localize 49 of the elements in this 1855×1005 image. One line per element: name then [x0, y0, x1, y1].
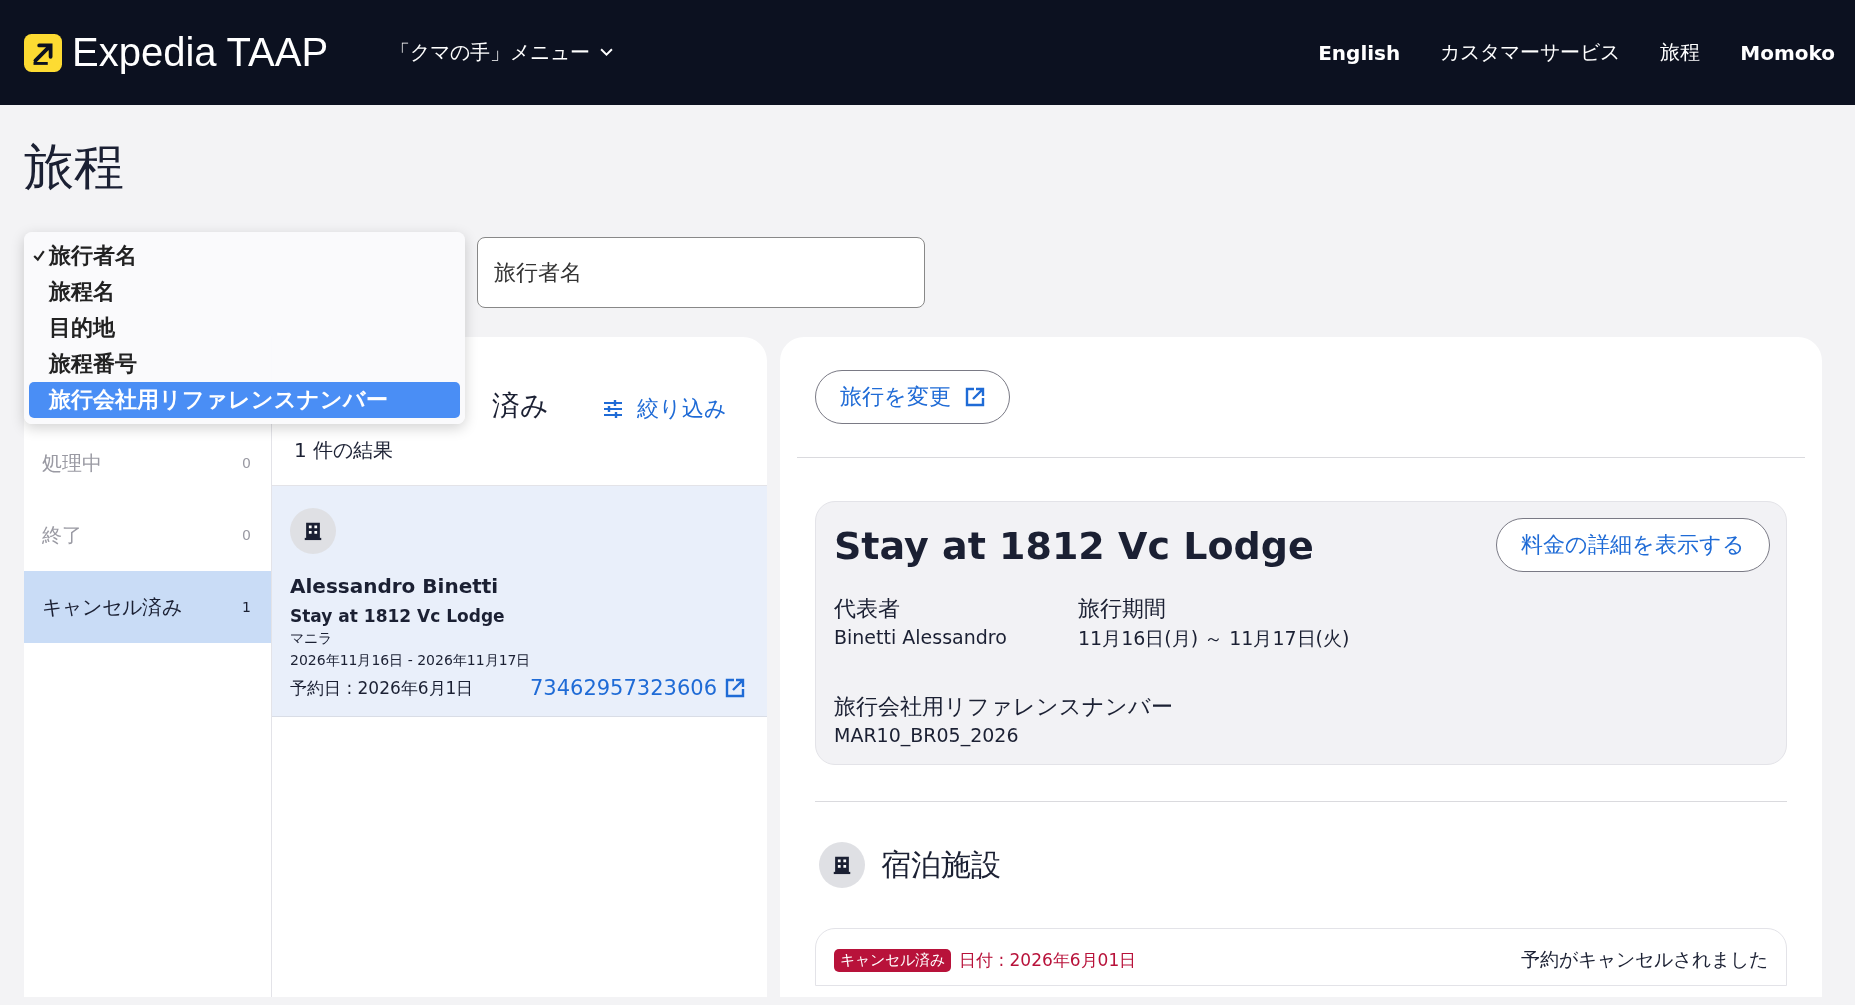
status-label: 終了	[42, 521, 82, 549]
price-details-button[interactable]: 料金の詳細を表示する	[1496, 518, 1770, 572]
status-count: 0	[242, 527, 251, 543]
nav-link[interactable]: カスタマーサービス	[1440, 39, 1621, 66]
menu-button[interactable]: 「クマの手」メニュー	[384, 38, 620, 67]
page-title: 旅程	[24, 137, 124, 198]
itinerary-link[interactable]: 73462957323606	[529, 676, 745, 700]
status-label: 処理中	[42, 449, 102, 477]
status-count: 1	[242, 599, 251, 615]
trip-title: Stay at 1812 Vc Lodge	[834, 524, 1314, 568]
section-title: 宿泊施設	[881, 845, 1001, 884]
booking-date: 予約日 : 2026年6月1日	[290, 676, 474, 700]
field-label: 旅行会社用リファレンスナンバー	[834, 693, 1174, 721]
filter-button[interactable]: 絞り込み	[597, 393, 733, 425]
status-badge: キャンセル済み	[834, 948, 951, 972]
nav-link[interactable]: 旅程	[1660, 39, 1701, 66]
logo-text[interactable]: Expedia	[72, 30, 217, 75]
list-heading: 済み	[492, 388, 549, 424]
external-link-icon	[725, 678, 745, 698]
menu-option[interactable]: 旅程名	[29, 274, 460, 310]
search-field[interactable]: 旅行者名	[477, 237, 925, 308]
cancel-date: 日付 : 2026年6月01日	[959, 948, 1137, 972]
external-link-icon	[965, 387, 985, 407]
status-filter[interactable]: キャンセル済み 1	[24, 571, 271, 643]
building-icon	[819, 842, 865, 888]
nav-link[interactable]: Momoko	[1740, 40, 1835, 65]
menu-option[interactable]: 旅行者名	[29, 238, 460, 274]
menu-option[interactable]: 目的地	[29, 310, 460, 346]
field-value: MAR10_BR05_2026	[834, 724, 1020, 746]
field-value: 11月16日(月) ～ 11月17日(火)	[1078, 626, 1351, 651]
field-value: Binetti Alessandro	[834, 626, 1008, 648]
change-trip-button[interactable]: 旅行を変更	[815, 370, 1010, 424]
trip-title: Stay at 1812 Vc Lodge	[290, 606, 506, 626]
result-card[interactable]: Alessandro Binetti Stay at 1812 Vc Lodge マニラ 2026年11月16日 - 2026年11月17日 予約日 : 2026年6月1日 73462957323606	[272, 486, 767, 717]
sliders-icon	[603, 400, 623, 418]
status-count: 0	[242, 455, 251, 471]
nav-link[interactable]: English	[1318, 40, 1401, 65]
field-label: 旅行期間	[1078, 595, 1167, 623]
status-label: キャンセル済み	[42, 593, 182, 621]
trip-dates: 2026年11月16日 - 2026年11月17日	[290, 652, 532, 670]
cancel-message: 予約がキャンセルされました	[1521, 947, 1768, 972]
field-label: 代表者	[834, 595, 901, 623]
logo-icon	[24, 33, 62, 72]
building-icon	[290, 508, 336, 554]
traveler-name: Alessandro Binetti	[290, 574, 500, 598]
menu-option[interactable]: 旅程番号	[29, 346, 460, 382]
chevron-icon	[600, 48, 614, 57]
logo-suffix[interactable]: TAAP	[226, 30, 329, 75]
destination: マニラ	[290, 630, 333, 648]
